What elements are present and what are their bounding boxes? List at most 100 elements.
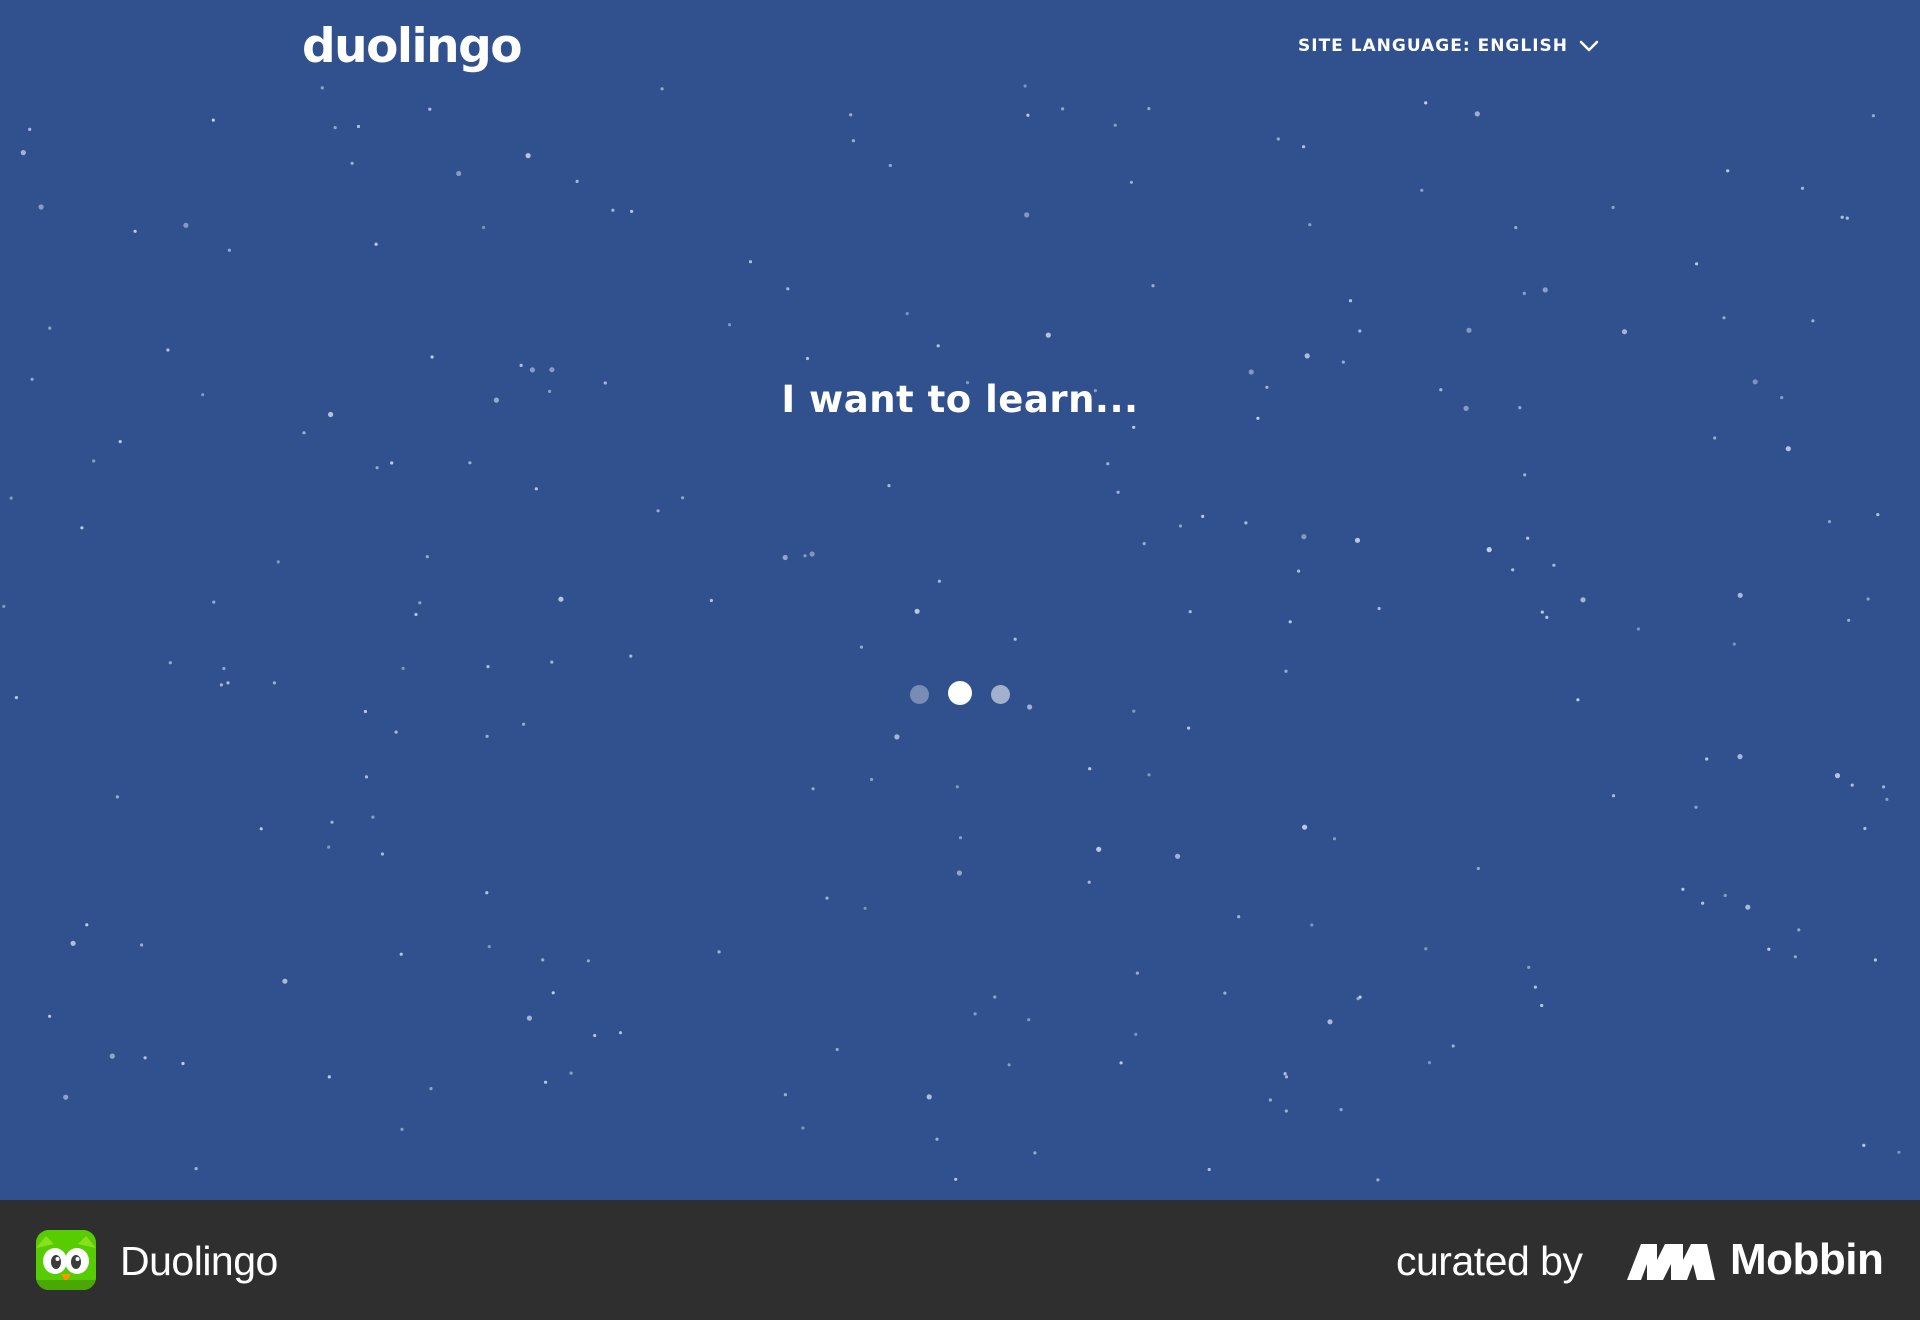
star xyxy=(1882,785,1886,789)
star xyxy=(1201,514,1205,519)
star xyxy=(1119,1061,1123,1065)
star xyxy=(259,827,263,831)
star xyxy=(1732,642,1736,646)
star xyxy=(1151,284,1155,288)
star xyxy=(399,952,403,956)
star xyxy=(1840,215,1844,219)
star xyxy=(1542,287,1548,293)
star xyxy=(1132,709,1136,713)
loading-dot xyxy=(910,685,929,704)
star xyxy=(541,958,545,962)
star xyxy=(1096,846,1102,852)
star xyxy=(276,560,280,564)
star xyxy=(1308,223,1312,227)
star xyxy=(1142,542,1146,546)
star xyxy=(212,600,216,604)
star xyxy=(1526,536,1530,540)
star xyxy=(1304,353,1310,359)
star xyxy=(485,891,489,895)
star xyxy=(1527,965,1531,970)
star xyxy=(888,163,892,168)
star xyxy=(681,496,685,500)
star xyxy=(227,248,231,252)
star xyxy=(1354,537,1361,543)
page-title: I want to learn... xyxy=(781,378,1139,421)
star xyxy=(48,1014,52,1018)
star xyxy=(618,1031,623,1035)
star xyxy=(717,950,721,954)
star xyxy=(371,815,375,819)
star xyxy=(534,487,538,491)
star xyxy=(1187,726,1191,730)
star xyxy=(219,683,223,687)
star xyxy=(887,484,891,488)
star xyxy=(28,127,32,131)
star xyxy=(428,107,432,111)
star xyxy=(222,666,226,671)
star xyxy=(656,509,660,513)
star xyxy=(1785,446,1791,452)
star xyxy=(1695,262,1699,266)
star xyxy=(1580,597,1586,603)
star xyxy=(1451,1044,1455,1048)
star xyxy=(133,229,137,233)
star xyxy=(1302,145,1306,149)
star xyxy=(549,367,555,373)
star xyxy=(414,612,418,617)
star xyxy=(1474,111,1480,117)
star xyxy=(1339,1108,1343,1112)
star xyxy=(85,923,89,927)
star xyxy=(1540,610,1544,614)
star xyxy=(272,681,276,685)
star xyxy=(330,820,334,824)
star xyxy=(1713,436,1717,440)
background-sky: duolingo SITE LANGUAGE: ENGLISH I want t… xyxy=(0,0,1920,1200)
star xyxy=(1284,1109,1288,1113)
star xyxy=(1424,101,1428,105)
star xyxy=(1129,180,1133,184)
star xyxy=(1621,329,1628,335)
star xyxy=(115,795,119,799)
star xyxy=(1026,113,1030,117)
star xyxy=(1248,369,1254,375)
mobbin-logo-icon xyxy=(1627,1244,1715,1280)
star xyxy=(1087,880,1091,884)
star xyxy=(905,312,909,316)
star xyxy=(1862,1143,1866,1147)
star xyxy=(143,1056,147,1060)
page: duolingo SITE LANGUAGE: ENGLISH I want t… xyxy=(0,0,1920,1320)
star xyxy=(859,645,864,649)
star xyxy=(48,326,52,330)
star xyxy=(1800,186,1805,190)
star xyxy=(851,139,856,143)
star xyxy=(390,461,394,465)
star xyxy=(1358,995,1362,999)
star xyxy=(1027,1018,1031,1022)
star xyxy=(1523,473,1527,477)
star xyxy=(429,1087,433,1091)
star xyxy=(1694,805,1698,809)
star xyxy=(611,208,615,212)
star xyxy=(1013,637,1017,641)
star xyxy=(70,940,76,946)
site-language-selector[interactable]: SITE LANGUAGE: ENGLISH xyxy=(1298,30,1600,62)
star xyxy=(1847,618,1851,622)
star xyxy=(425,555,429,559)
star xyxy=(1244,521,1248,525)
footer-bar: Duolingo curated by Mobbin xyxy=(0,1200,1920,1320)
star xyxy=(1132,425,1136,429)
star xyxy=(1135,971,1139,975)
star xyxy=(1533,985,1537,989)
star xyxy=(1427,1061,1432,1065)
star xyxy=(350,161,354,165)
star xyxy=(870,777,874,782)
star xyxy=(1522,291,1526,295)
star xyxy=(194,1167,198,1171)
star xyxy=(1024,212,1030,218)
star xyxy=(1327,1019,1333,1025)
star xyxy=(456,170,462,177)
star xyxy=(1332,837,1337,841)
star xyxy=(569,1071,573,1075)
star xyxy=(430,355,434,359)
duolingo-logo[interactable]: duolingo xyxy=(302,14,523,80)
